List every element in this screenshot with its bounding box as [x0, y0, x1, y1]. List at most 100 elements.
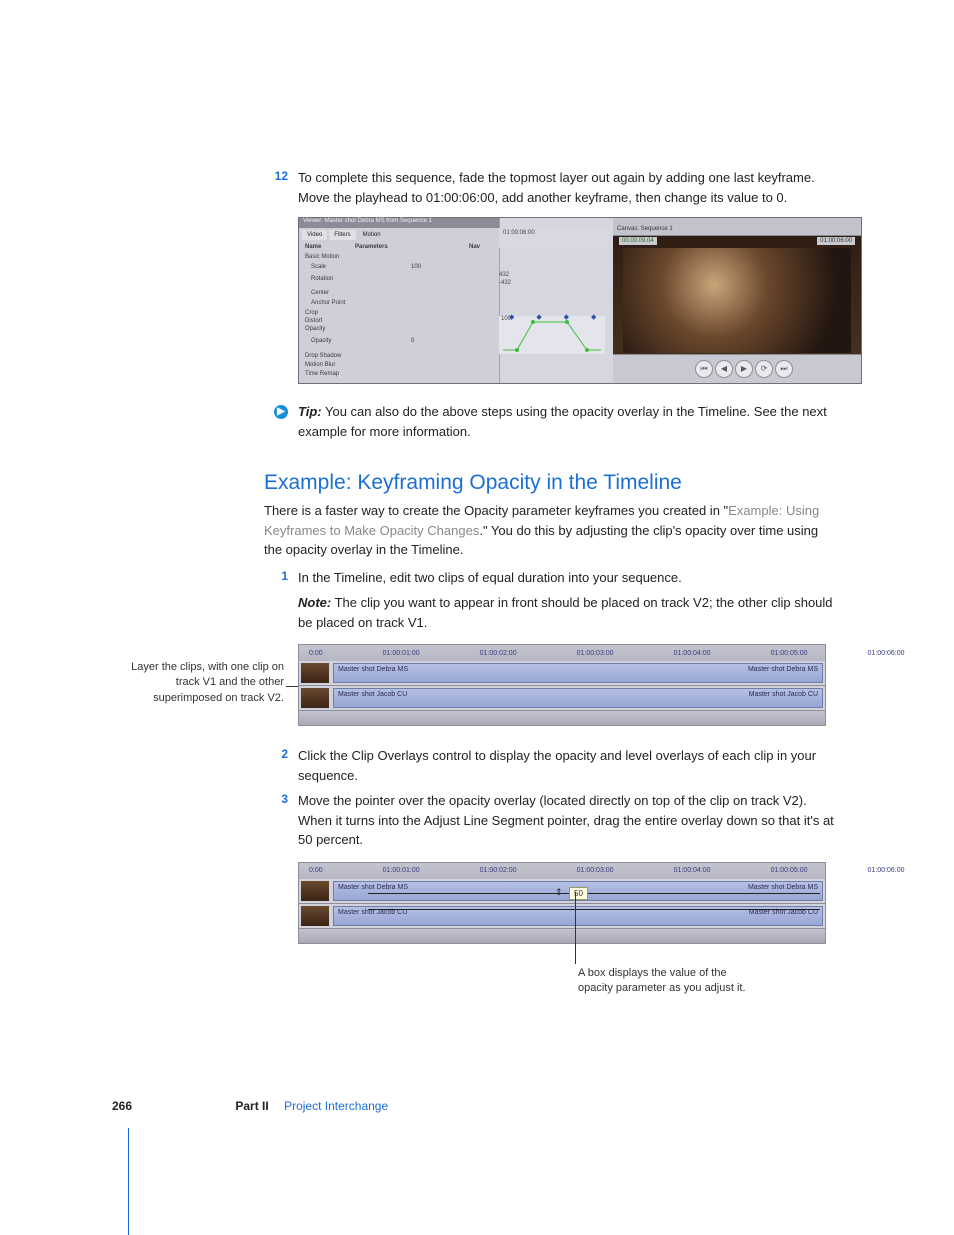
- clip-thumb: [301, 906, 329, 926]
- row-opacity-h: Opacity: [305, 326, 325, 332]
- row-timeremap: Time Remap: [305, 371, 339, 377]
- canvas-title: Canvas: Sequence 1: [617, 226, 673, 232]
- clip-label: Master shot Debra MS: [338, 884, 408, 891]
- scale-val: 100: [411, 264, 421, 270]
- col-nav: Nav: [469, 244, 480, 250]
- clip-label-right: Master shot Jacob CU: [749, 691, 818, 698]
- clip-label: Master shot Debra MS: [338, 666, 408, 673]
- row-mblur: Motion Blur: [305, 362, 335, 368]
- step-body: To complete this sequence, fade the topm…: [298, 168, 834, 207]
- ruler-tick: 01:00:05:00: [771, 867, 808, 874]
- opacity-graph-svg: [499, 316, 605, 354]
- keyframe-diamonds: ◆ ◆ ◆ ◆: [509, 313, 606, 321]
- track-v1: Master shot Jacob CU Master shot Jacob C…: [298, 904, 826, 929]
- tab-motion: Motion: [358, 230, 386, 240]
- intro-pre: There is a faster way to create the Opac…: [264, 503, 728, 518]
- col-param: Parameters: [355, 244, 388, 250]
- clip-label: Master shot Jacob CU: [338, 691, 407, 698]
- step-number: 2: [264, 746, 288, 785]
- track-v2: Master shot Debra MS Master shot Debra M…: [298, 661, 826, 686]
- motion-tc: 01:00:06:00: [499, 228, 613, 248]
- clip-label-right: Master shot Debra MS: [748, 666, 818, 673]
- ruler-tick: 01:00:03:00: [577, 650, 614, 657]
- btn-play-icon: ▶: [735, 360, 753, 378]
- tip-arrow-icon: ▶: [274, 405, 288, 419]
- video-frame: [623, 248, 851, 353]
- timeline-figure-1: 0:00 01:00:01:00 01:00:02:00 01:00:03:00…: [298, 644, 826, 726]
- row-scale: Scale: [311, 264, 326, 270]
- tip-row: ▶ Tip: You can also do the above steps u…: [264, 402, 834, 441]
- tab-filters: Filters: [329, 230, 355, 240]
- clip-label-right: Master shot Jacob CU: [749, 909, 818, 916]
- btn-play-around-icon: ⟳: [755, 360, 773, 378]
- step-number: 3: [264, 791, 288, 850]
- step-body: Click the Clip Overlays control to displ…: [298, 746, 834, 785]
- timeline-figure-2: 0:00 01:00:01:00 01:00:02:00 01:00:03:00…: [298, 862, 826, 944]
- canvas-tc-l: 00.00.09.04: [619, 237, 657, 245]
- viewer-title: Viewer: Master shot Debra MS from Sequen…: [299, 218, 499, 228]
- timeline-bottom-bar: [298, 711, 826, 726]
- clip-thumb: [301, 881, 329, 901]
- side-annotation-1: Layer the clips, with one clip on track …: [124, 660, 284, 706]
- step-2: 2 Click the Clip Overlays control to dis…: [264, 746, 834, 785]
- note-para: Note: The clip you want to appear in fro…: [298, 593, 834, 632]
- footer-part: Part II: [235, 1099, 268, 1113]
- motion-viewer-screenshot: Viewer: Master shot Debra MS from Sequen…: [298, 217, 862, 384]
- opacity-overlay-line: [368, 893, 820, 894]
- opacity-overlay-line: [368, 909, 820, 910]
- ruler-tick: 01:00:06:00: [868, 867, 905, 874]
- opacity-value-box: 50: [569, 887, 588, 900]
- note-text: The clip you want to appear in front sho…: [298, 595, 833, 630]
- timeline-ruler: 0:00 01:00:01:00 01:00:02:00 01:00:03:00…: [298, 644, 826, 661]
- row-center: Center: [311, 290, 329, 296]
- opacity-val: 0: [411, 338, 414, 344]
- annot-leader-line: [286, 686, 298, 687]
- tip-label: Tip:: [298, 404, 322, 419]
- step-3: 3 Move the pointer over the opacity over…: [264, 791, 834, 850]
- example-heading: Example: Keyframing Opacity in the Timel…: [264, 471, 834, 495]
- step-number: 1: [264, 568, 288, 588]
- step-body: In the Timeline, edit two clips of equal…: [298, 568, 834, 588]
- btn-prev-edit-icon: ⏮: [695, 360, 713, 378]
- ruler-tick: 0:00: [309, 867, 323, 874]
- col-name: Name: [305, 244, 321, 250]
- footer-title: Project Interchange: [284, 1099, 388, 1113]
- ruler-tick: 01:00:03:00: [577, 867, 614, 874]
- row-crop: Crop: [305, 310, 318, 316]
- tip-text: You can also do the above steps using th…: [298, 404, 827, 439]
- intro-para: There is a faster way to create the Opac…: [264, 501, 834, 560]
- annot-leader-vline: [575, 892, 576, 964]
- ruler-tick: 01:00:02:00: [480, 650, 517, 657]
- rot-plus: 432: [499, 272, 509, 278]
- page-footer: 266 Part II Project Interchange: [112, 1099, 388, 1113]
- track-v1: Master shot Jacob CU Master shot Jacob C…: [298, 686, 826, 711]
- clip-thumb: [301, 688, 329, 708]
- row-anchor: Anchor Point: [311, 300, 345, 306]
- adjust-line-pointer-icon: ⇕: [555, 887, 563, 898]
- step-number: 12: [264, 168, 288, 207]
- timeline-ruler: 0:00 01:00:01:00 01:00:02:00 01:00:03:00…: [298, 862, 826, 879]
- clip-thumb: [301, 663, 329, 683]
- step-12: 12 To complete this sequence, fade the t…: [264, 168, 834, 207]
- row-basic: Basic Motion: [305, 254, 339, 260]
- ruler-tick: 0:00: [309, 650, 323, 657]
- ruler-tick: 01:00:05:00: [771, 650, 808, 657]
- ruler-tick: 01:00:04:00: [674, 650, 711, 657]
- ruler-tick: 01:00:01:00: [383, 867, 420, 874]
- footer-vertical-rule: [128, 1128, 129, 1235]
- ruler-tick: 01:00:01:00: [383, 650, 420, 657]
- canvas-tc-r: 01:00:06:00: [817, 237, 855, 245]
- note-label: Note:: [298, 595, 331, 610]
- clip-label-right: Master shot Debra MS: [748, 884, 818, 891]
- transport-controls: ⏮ ◀ ▶ ⟳ ⏭: [695, 360, 793, 378]
- timeline-bottom-bar: [298, 929, 826, 944]
- btn-next-edit-icon: ⏭: [775, 360, 793, 378]
- row-rotation: Rotation: [311, 276, 333, 282]
- below-annotation: A box displays the value of the opacity …: [578, 966, 748, 997]
- tip-icon: ▶: [264, 402, 288, 441]
- clip-label: Master shot Jacob CU: [338, 909, 407, 916]
- canvas-preview: Canvas: Sequence 1 00.00.09.04 01:00:06:…: [613, 218, 861, 383]
- track-v2: Master shot Debra MS Master shot Debra M…: [298, 879, 826, 904]
- row-opacity: Opacity: [311, 338, 331, 344]
- step-1: 1 In the Timeline, edit two clips of equ…: [264, 568, 834, 588]
